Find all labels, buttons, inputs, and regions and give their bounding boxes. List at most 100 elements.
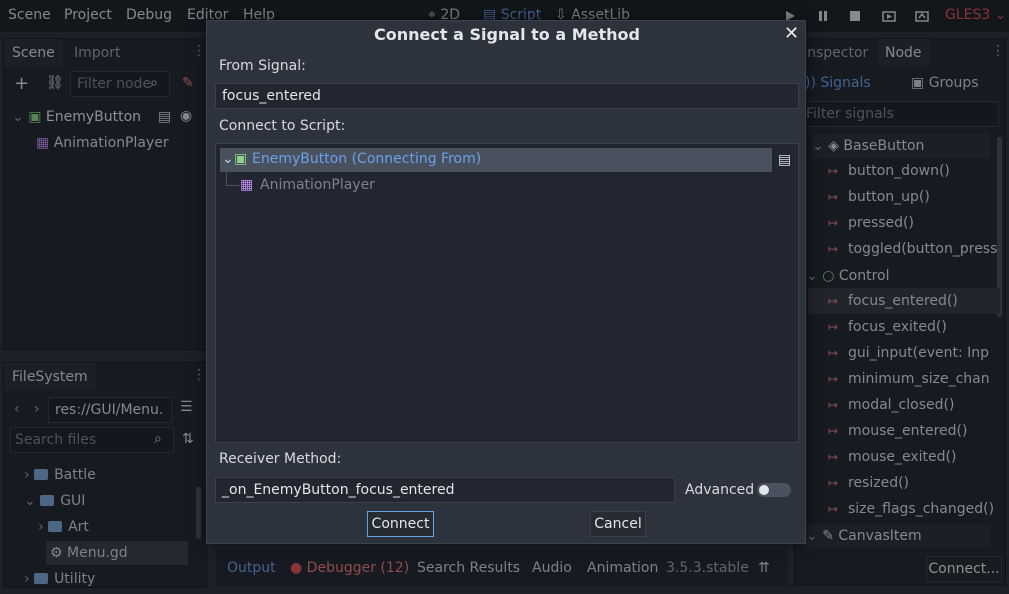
search-icon: ⌕ — [150, 75, 158, 91]
tab-node[interactable]: Node — [877, 39, 930, 67]
scene-node-animationplayer[interactable]: ▦ AnimationPlayer — [36, 131, 169, 155]
add-node-icon[interactable]: + — [14, 73, 29, 94]
filter-signals-placeholder: Filter signals — [806, 106, 894, 122]
fs-item-utility[interactable]: › Utility — [24, 567, 95, 591]
signal-arrow-icon: ↦ — [828, 398, 839, 412]
signal-label: mouse_exited() — [848, 449, 957, 465]
section-label: CanvasItem — [838, 528, 922, 544]
basebutton-icon: ◈ — [828, 138, 839, 154]
fs-item-label: Art — [68, 519, 89, 535]
scrollbar[interactable] — [196, 487, 201, 539]
signal-item[interactable]: ↦ size_flags_changed() — [828, 496, 994, 522]
subtab-signals[interactable]: )) Signals — [805, 75, 871, 91]
connect-button[interactable]: Connect — [367, 511, 434, 537]
filter-signals-input[interactable]: Filter signals — [801, 101, 999, 127]
signal-item[interactable]: ↦ pressed() — [828, 210, 914, 236]
signal-item[interactable]: ↦ button_up() — [828, 184, 930, 210]
scene-node-enemybutton[interactable]: ⌄ ▣ EnemyButton — [12, 105, 141, 129]
groups-icon: ▣ — [911, 75, 925, 91]
pencil-icon: ✎ — [822, 528, 834, 544]
visibility-icon[interactable]: ◉ — [180, 108, 192, 124]
tab-animation[interactable]: Animation — [587, 560, 658, 576]
signal-arrow-icon: ↦ — [828, 216, 839, 230]
signal-arrow-icon: ↦ — [828, 164, 839, 178]
path-field[interactable]: res://GUI/Menu. — [48, 397, 172, 423]
subtab-groups[interactable]: ▣ Groups — [911, 75, 979, 91]
signal-item[interactable]: ↦ mouse_entered() — [828, 418, 967, 444]
signal-label: minimum_size_chan — [848, 371, 990, 387]
link-icon[interactable]: ⛓ — [46, 75, 64, 91]
stop-icon[interactable] — [848, 9, 862, 23]
cancel-button[interactable]: Cancel — [590, 511, 646, 537]
attached-script-icon[interactable]: ▤ — [158, 109, 171, 125]
sort-icon[interactable]: ⇅ — [182, 431, 194, 447]
advanced-toggle[interactable] — [757, 483, 791, 497]
signal-item-selected[interactable]: ↦ focus_entered() — [808, 288, 1000, 314]
tab-import[interactable]: Import — [66, 39, 128, 67]
dock-menu-icon[interactable]: ⋮ — [192, 367, 206, 383]
animation-icon: ▦ — [36, 135, 50, 151]
section-canvasitem[interactable]: ⌄ ✎ CanvasItem — [806, 524, 990, 548]
tab-inspector[interactable]: Inspector — [795, 39, 876, 67]
signal-label: pressed() — [848, 215, 914, 231]
chevron-down-icon: ⌄ — [812, 138, 824, 154]
version-label: 3.5.3.stable — [666, 560, 749, 576]
signal-item[interactable]: ↦ minimum_size_chan — [828, 366, 990, 392]
fs-item-battle[interactable]: › Battle — [24, 463, 96, 487]
menu-project[interactable]: Project — [64, 7, 112, 23]
section-label: Control — [838, 268, 890, 284]
expand-panel-icon[interactable]: ⇈ — [758, 560, 770, 576]
fs-item-art[interactable]: › Art — [38, 515, 89, 539]
scene-node-label: AnimationPlayer — [53, 135, 169, 151]
fs-item-label: GUI — [60, 493, 86, 509]
signal-item[interactable]: ↦ gui_input(event: Inp — [828, 340, 989, 366]
dialog-title: Connect a Signal to a Method — [374, 25, 640, 44]
fs-item-label: Battle — [54, 467, 96, 483]
error-dot-icon: ● — [290, 560, 303, 576]
forward-icon[interactable]: › — [34, 401, 40, 417]
tree-row-selected[interactable]: ⌄ ▣ EnemyButton (Connecting From) — [220, 148, 772, 172]
fs-item-gui[interactable]: ⌄ GUI — [24, 489, 85, 513]
button-node-icon: ▣ — [28, 109, 42, 125]
receiver-method-input[interactable]: _on_EnemyButton_focus_entered — [215, 477, 675, 503]
search-files-input[interactable]: Search files — [10, 427, 174, 453]
from-signal-field: focus_entered — [215, 83, 799, 109]
signal-item[interactable]: ↦ focus_exited() — [828, 314, 947, 340]
tab-filesystem[interactable]: FileSystem — [4, 363, 96, 391]
dock-menu-icon[interactable]: ⋮ — [192, 43, 206, 59]
back-icon[interactable]: ‹ — [14, 401, 20, 417]
play-custom-scene-icon[interactable] — [915, 9, 929, 23]
script-icon[interactable]: ✎ — [182, 75, 194, 91]
pause-icon[interactable] — [816, 9, 830, 23]
tree-node-label: AnimationPlayer — [260, 177, 375, 193]
tab-output[interactable]: Output — [227, 560, 276, 576]
section-basebutton[interactable]: ⌄ ◈ BaseButton — [812, 134, 990, 158]
chevron-down-icon: ⌄ — [222, 151, 234, 167]
connect-to-script-label: Connect to Script: — [219, 118, 346, 134]
tab-scene[interactable]: Scene — [4, 39, 63, 67]
menu-scene[interactable]: Scene — [8, 7, 51, 23]
tab-debugger-label: Debugger (12) — [306, 560, 410, 576]
signal-item[interactable]: ↦ mouse_exited() — [828, 444, 956, 470]
connect-signal-button[interactable]: Connect... — [926, 556, 1002, 582]
tab-debugger[interactable]: ● Debugger (12) — [290, 560, 409, 576]
dock-menu-icon[interactable]: ⋮ — [991, 43, 1005, 59]
section-control[interactable]: ⌄ ○ Control — [806, 264, 889, 288]
signal-item[interactable]: ↦ toggled(button_press — [828, 236, 997, 262]
fs-item-menu-gd[interactable]: ⚙ Menu.gd — [46, 541, 188, 565]
renderer-selector[interactable]: GLES3 ⌄ — [945, 7, 1006, 23]
menu-debug[interactable]: Debug — [126, 7, 172, 23]
folder-icon — [40, 495, 55, 506]
tab-search-results[interactable]: Search Results — [417, 560, 520, 576]
close-icon[interactable]: ✕ — [784, 23, 799, 44]
play-scene-icon[interactable] — [882, 9, 896, 23]
tab-audio[interactable]: Audio — [532, 560, 572, 576]
signal-item[interactable]: ↦ modal_closed() — [828, 392, 954, 418]
signal-label: resized() — [848, 475, 910, 491]
split-view-icon[interactable]: ☰ — [180, 399, 193, 415]
subtab-groups-label: Groups — [928, 75, 979, 91]
folder-icon — [34, 573, 49, 584]
signal-arrow-icon: ↦ — [828, 372, 839, 386]
signal-item[interactable]: ↦ resized() — [828, 470, 909, 496]
signal-item[interactable]: ↦ button_down() — [828, 158, 950, 184]
